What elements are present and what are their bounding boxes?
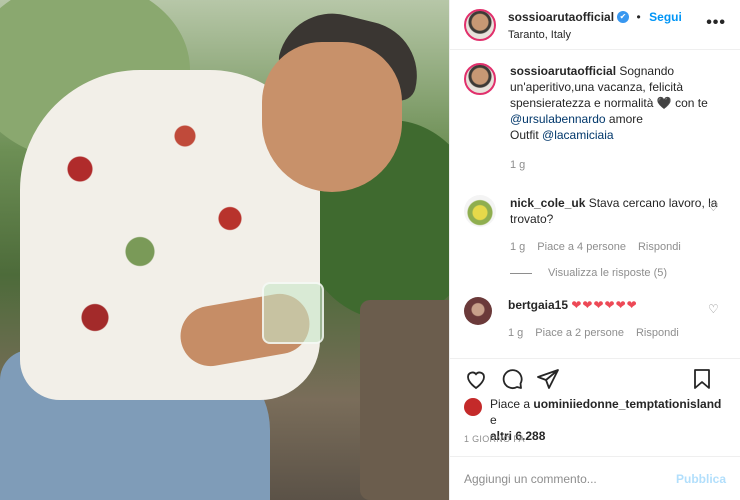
caption-block: sossioarutaofficial Sognando un'aperitiv… <box>464 63 726 173</box>
comment-username[interactable]: bertgaia15 <box>508 298 568 312</box>
comment-time[interactable]: 1 g <box>510 239 525 255</box>
caption-time[interactable]: 1 g <box>510 157 525 173</box>
likes-connector: e <box>490 413 497 427</box>
comment-item: nick_cole_uk Stava cercano lavoro, la tr… <box>464 195 726 255</box>
replies-line <box>510 272 532 274</box>
comment-body: bertgaia15 ❤❤❤❤❤❤ 1 g Piace a 2 persone … <box>508 297 723 341</box>
likes-prefix: Piace a <box>490 397 531 411</box>
like-comment-heart-icon[interactable]: ♡ <box>708 303 720 315</box>
view-replies-button[interactable]: Visualizza le risposte (5) <box>510 267 726 279</box>
view-replies-label: Visualizza le risposte (5) <box>548 267 668 279</box>
verified-badge-icon: ✔ <box>617 10 630 23</box>
caption-username[interactable]: sossioarutaofficial <box>510 64 616 78</box>
instagram-post: sossioarutaofficial ✔ • Segui Taranto, It… <box>0 0 740 500</box>
likes-text: Piace a uominiiedonne_temptationisland e… <box>490 396 726 444</box>
post-location[interactable]: Taranto, Italy <box>508 29 682 41</box>
reply-button[interactable]: Rispondi <box>636 325 679 341</box>
black-heart-emoji: 🖤 <box>656 96 672 110</box>
share-send-icon[interactable] <box>536 367 560 391</box>
reply-button[interactable]: Rispondi <box>638 239 681 255</box>
post-timestamp[interactable]: 1 GIORNO FA <box>464 434 525 444</box>
comment-meta: 1 g Piace a 2 persone Rispondi <box>508 325 723 341</box>
header-separator: • <box>636 10 641 24</box>
like-heart-icon[interactable] <box>464 367 488 391</box>
comment-item: bertgaia15 ❤❤❤❤❤❤ 1 g Piace a 2 persone … <box>464 297 726 341</box>
mention-lacamiciaia[interactable]: @lacamiciaia <box>542 128 614 142</box>
action-bar <box>450 358 740 398</box>
photo-face <box>262 42 402 192</box>
header-text: sossioarutaofficial ✔ • Segui Taranto, It… <box>508 8 682 41</box>
comment-username[interactable]: nick_cole_uk <box>510 196 585 210</box>
caption-avatar[interactable] <box>464 63 496 95</box>
comment-avatar[interactable] <box>464 195 496 227</box>
post-photo[interactable] <box>0 0 449 500</box>
caption-text-2: con te <box>675 96 708 110</box>
author-username[interactable]: sossioarutaofficial <box>508 10 614 24</box>
outfit-label: Outfit <box>510 128 539 142</box>
caption-text-3: amore <box>608 112 643 126</box>
publish-button[interactable]: Pubblica <box>676 472 726 486</box>
caption-meta: 1 g <box>510 157 725 173</box>
mention-ursulabennardo[interactable]: @ursulabennardo <box>510 112 606 126</box>
more-options-icon[interactable]: ••• <box>706 14 726 32</box>
comments-list: sossioarutaofficial Sognando un'aperitiv… <box>464 63 726 341</box>
add-comment-bar: Pubblica <box>450 456 740 500</box>
post-side-panel: sossioarutaofficial ✔ • Segui Taranto, It… <box>449 0 740 500</box>
caption-body: sossioarutaofficial Sognando un'aperitiv… <box>510 63 725 173</box>
comment-bubble-icon[interactable] <box>500 367 524 391</box>
liker-avatar[interactable] <box>464 398 482 416</box>
red-hearts-emoji: ❤❤❤❤❤❤ <box>571 298 638 312</box>
like-comment-heart-icon[interactable]: ♡ <box>708 201 720 213</box>
comment-meta: 1 g Piace a 4 persone Rispondi <box>510 239 725 255</box>
comment-body: nick_cole_uk Stava cercano lavoro, la tr… <box>510 195 725 255</box>
comment-time[interactable]: 1 g <box>508 325 523 341</box>
liker-username[interactable]: uominiiedonne_temptationisland <box>533 397 721 411</box>
comment-likes[interactable]: Piace a 4 persone <box>537 239 626 255</box>
bookmark-icon[interactable] <box>690 367 714 391</box>
comment-input[interactable] <box>464 471 676 486</box>
author-avatar[interactable] <box>464 8 496 41</box>
background-fence <box>360 300 449 500</box>
comment-avatar[interactable] <box>464 297 492 325</box>
comment-likes[interactable]: Piace a 2 persone <box>535 325 624 341</box>
post-header: sossioarutaofficial ✔ • Segui Taranto, It… <box>450 0 740 50</box>
follow-button[interactable]: Segui <box>649 10 682 24</box>
photo-glass <box>262 282 324 344</box>
